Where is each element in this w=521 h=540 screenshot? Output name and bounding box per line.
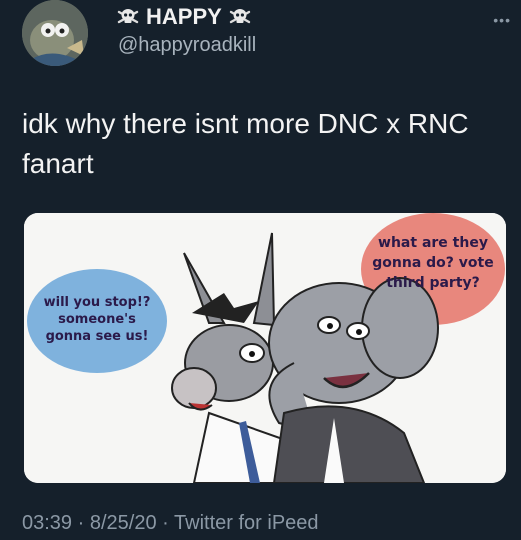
left-bubble-line: someone's [58,312,136,327]
skull-crossbones-icon [117,9,139,24]
skull-crossbones-icon [229,9,250,24]
display-name[interactable]: HAPPY [116,4,252,30]
right-bubble-line: gonna do? vote [372,255,494,271]
left-bubble-line: will you stop!? [43,295,151,310]
tweet-text: idk why there isnt more DNC x RNC fanart [22,108,469,179]
avatar-image [22,0,88,66]
tweet-time[interactable]: 03:39 [22,512,72,534]
left-bubble-text: will you stop!? someone's gonna see us! [32,294,162,345]
separator: · [77,512,85,534]
tweet-metadata: 03:39 · 8/25/20 · Twitter for iPeed [22,512,319,535]
right-bubble-line: what are they [378,235,488,251]
left-bubble-line: gonna see us! [45,329,149,344]
more-options-icon[interactable]: ••• [493,12,511,28]
separator: · [162,512,169,534]
tweet-source[interactable]: Twitter for iPeed [174,512,319,534]
right-bubble-line: third party? [386,275,480,291]
tweet-date[interactable]: 8/25/20 [90,512,157,534]
user-handle[interactable]: @happyroadkill [118,34,256,57]
tweet-media-image[interactable]: will you stop!? someone's gonna see us! … [24,213,506,483]
display-name-text: HAPPY [146,4,222,29]
avatar[interactable] [22,0,88,66]
right-bubble-text: what are they gonna do? vote third party… [364,233,502,293]
